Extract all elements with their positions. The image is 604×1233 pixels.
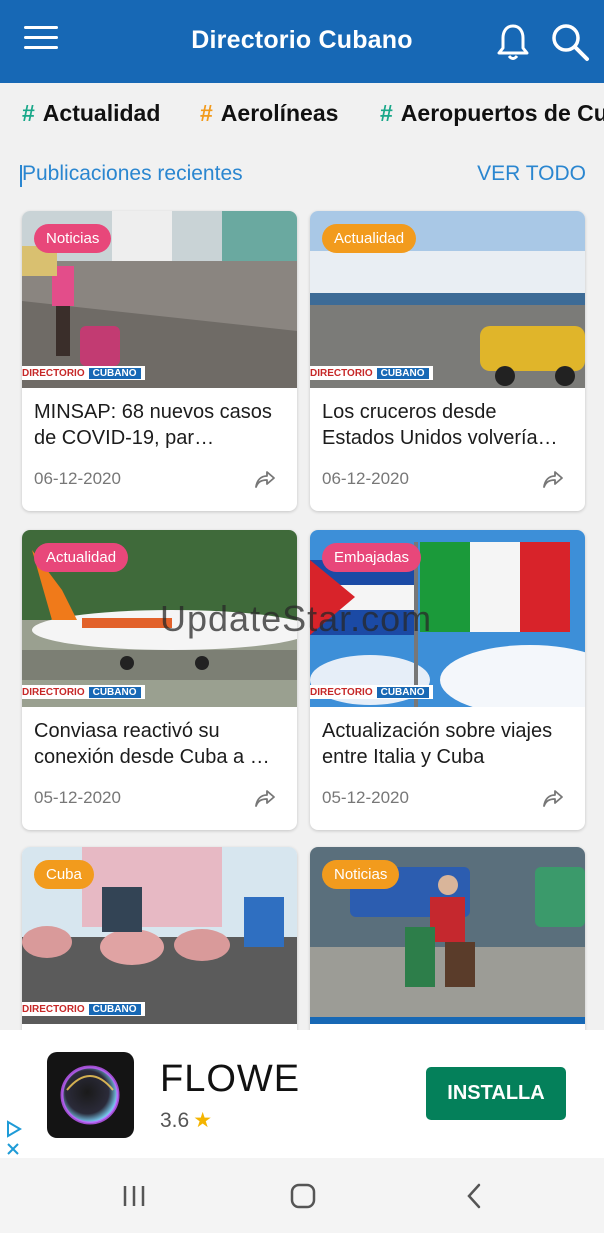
category-badge: Embajadas [322, 543, 422, 572]
post-thumbnail: Cuba DIRECTORIO CUBANO [22, 847, 297, 1024]
hash-icon: # [22, 100, 35, 126]
category-badge: Actualidad [34, 543, 129, 572]
post-date: 05-12-2020 [322, 788, 409, 807]
home-icon[interactable] [289, 1182, 317, 1210]
star-icon: ★ [193, 1109, 213, 1132]
ad-rating: 3.6 ★ [160, 1109, 213, 1132]
hash-icon: # [380, 100, 393, 126]
system-nav-bar [0, 1158, 604, 1233]
notification-bell-icon[interactable] [496, 22, 530, 62]
category-chip-aeropuertos[interactable]: # Aeropuertos de Cul [380, 100, 604, 127]
ad-banner[interactable]: FLOWE 3.6 ★ INSTALLA [0, 1030, 604, 1158]
post-title: Actualización sobre viajes entre Italia … [322, 720, 553, 768]
post-card[interactable]: Actualidad DIRECTORIO CUBANO Conviasa rea… [22, 530, 297, 830]
post-date: 06-12-2020 [322, 469, 409, 488]
section-header: Publicaciones recientes VER TODO [20, 158, 586, 192]
post-date: 05-12-2020 [34, 788, 121, 807]
post-thumbnail: Noticias DIRECTORIO CUBANO [22, 211, 297, 388]
source-watermark: DIRECTORIO CUBANO [22, 685, 145, 699]
recent-apps-icon[interactable] [120, 1182, 148, 1210]
post-thumbnail: Actualidad DIRECTORIO CUBANO [22, 530, 297, 707]
category-label: Aeropuertos de Cul [400, 100, 604, 126]
post-thumbnail: Actualidad DIRECTORIO CUBANO [310, 211, 585, 388]
share-icon[interactable] [541, 786, 565, 810]
post-thumbnail: Noticias [310, 847, 585, 1024]
post-title: Conviasa reactivó su conexión desde Cuba… [34, 720, 270, 768]
category-badge: Noticias [34, 224, 112, 253]
app-icon[interactable] [47, 1052, 134, 1138]
view-all-button[interactable]: VER TODO [477, 162, 586, 186]
post-title: MINSAP: 68 nuevos casos de COVID-19, par… [34, 401, 272, 449]
section-title: Publicaciones recientes [20, 162, 243, 187]
install-button[interactable]: INSTALLA [426, 1067, 566, 1120]
hash-icon: # [200, 100, 213, 126]
category-badge: Cuba [34, 860, 94, 889]
category-chip-aerolineas[interactable]: # Aerolíneas [200, 100, 338, 127]
category-label: Actualidad [42, 100, 161, 126]
post-card[interactable]: Noticias DIRECTORIO CUBANO MINSAP: 68 nue… [22, 211, 297, 511]
category-strip: # Actualidad # Aerolíneas # Aeropuertos de … [0, 83, 604, 145]
category-badge: Actualidad [322, 224, 417, 253]
source-watermark: DIRECTORIO CUBANO [310, 366, 433, 380]
search-icon[interactable] [550, 22, 590, 62]
ad-choices-icon[interactable] [4, 1118, 24, 1158]
post-thumbnail: Embajadas DIRECTORIO CUBANO [310, 530, 585, 707]
category-badge: Noticias [322, 860, 400, 889]
post-date: 06-12-2020 [34, 469, 121, 488]
share-icon[interactable] [541, 467, 565, 491]
source-watermark: DIRECTORIO CUBANO [22, 366, 145, 380]
category-label: Aerolíneas [220, 100, 339, 126]
category-chip-actualidad[interactable]: # Actualidad [22, 100, 160, 127]
ad-app-name: FLOWE [160, 1058, 301, 1100]
source-watermark: DIRECTORIO CUBANO [22, 1002, 145, 1016]
app-bar: Directorio Cubano [0, 0, 604, 83]
share-icon[interactable] [253, 786, 277, 810]
share-icon[interactable] [253, 467, 277, 491]
post-title: Los cruceros desde Estados Unidos volver… [322, 401, 558, 449]
source-watermark: DIRECTORIO CUBANO [310, 685, 433, 699]
post-card[interactable]: Embajadas DIRECTORIO CUBANO Actualización… [310, 530, 585, 830]
back-icon[interactable] [462, 1182, 486, 1210]
post-card[interactable]: Actualidad DIRECTORIO CUBANO Los cruceros… [310, 211, 585, 511]
